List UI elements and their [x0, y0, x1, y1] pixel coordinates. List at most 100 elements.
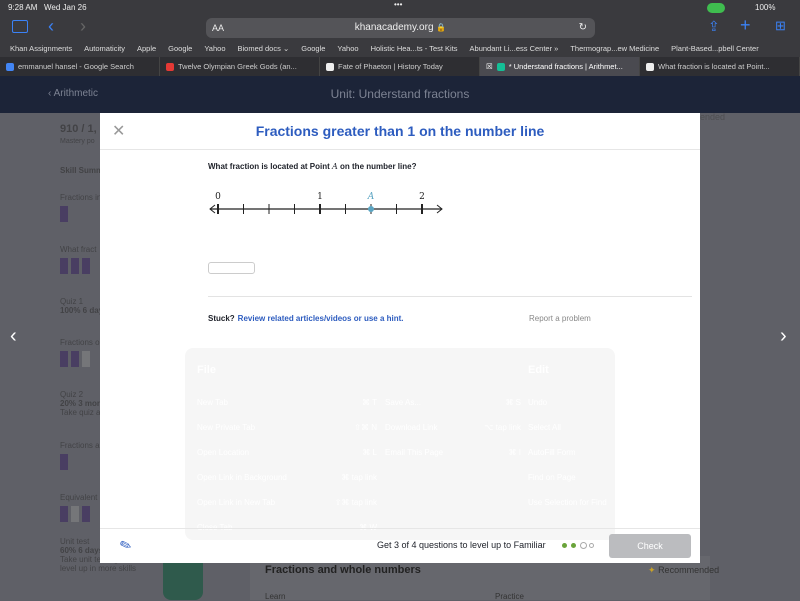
bookmark[interactable]: Yahoo	[204, 44, 225, 53]
tab-bar: emmanuel hansel - Google Search Twelve O…	[0, 57, 800, 76]
overlay-item: New Private Tab	[197, 423, 256, 432]
skill-title: Fractions o	[60, 338, 100, 347]
overlay-shortcut: ⇧⌘ N	[354, 423, 377, 432]
browser-tab[interactable]: Twelve Olympian Greek Gods (an...	[160, 57, 320, 76]
hint-link[interactable]: Review related articles/videos or use a …	[238, 314, 404, 323]
bookmark[interactable]: Apple	[137, 44, 156, 53]
overlay-item: Open Link in Background	[197, 473, 287, 482]
level-up-text: Get 3 of 4 questions to level up to Fami…	[377, 540, 546, 550]
text-size-button[interactable]: AA	[212, 18, 224, 38]
bookmark[interactable]: Thermograp...ew Medicine	[570, 44, 659, 53]
overlay-item: Open Link in New Tab	[197, 498, 276, 507]
skill-summary: Skill Summ	[60, 166, 104, 175]
unit-test-detail: 60% 6 days	[60, 546, 104, 555]
point-a-marker	[368, 206, 374, 212]
share-icon[interactable]: ⇪	[708, 18, 720, 35]
skill-item: Fractions in	[60, 193, 101, 222]
close-tab-icon[interactable]: ☒	[486, 62, 493, 71]
tab-label: emmanuel hansel - Google Search	[18, 62, 134, 71]
unit-title: Unit: Understand fractions	[330, 87, 470, 101]
sidebar-toggle-icon[interactable]	[12, 20, 28, 33]
question-post: on the number line?	[337, 162, 417, 171]
bookmark[interactable]: Holistic Hea...ts - Test Kits	[371, 44, 458, 53]
recommended-badge: ✦ Recommended	[648, 565, 719, 576]
quiz-note: Take quiz a	[60, 408, 101, 417]
next-arrow-icon[interactable]: ›	[780, 325, 787, 348]
overlay-item: Find on Page	[528, 473, 576, 482]
quiz-title: Quiz 1	[60, 297, 84, 306]
skill-item: Fractions o	[60, 338, 100, 367]
bookmark[interactable]: Google	[168, 44, 192, 53]
overlay-file-heading: File	[197, 364, 216, 376]
quiz-title: Quiz 2	[60, 390, 84, 399]
course-nav: ‹ Arithmetic Unit: Understand fractions	[0, 76, 800, 113]
quiz-detail: 20% 3 mor	[60, 399, 101, 408]
answer-input[interactable]	[208, 262, 255, 274]
question-text: What fraction is located at Point A on t…	[208, 162, 416, 171]
overlay-item: Use Selection for Find	[528, 498, 607, 507]
tab-overview-icon[interactable]: ⊞	[775, 18, 786, 34]
browser-tab[interactable]: emmanuel hansel - Google Search	[0, 57, 160, 76]
bookmark[interactable]: Plant-Based...pbell Center	[671, 44, 759, 53]
point-a-label: A	[367, 192, 375, 202]
skill-title: Fractions a	[60, 441, 100, 450]
back-icon[interactable]: ‹	[48, 16, 54, 37]
skill-item: Equivalent	[60, 493, 97, 522]
tick-label: 0	[215, 192, 221, 202]
forward-icon[interactable]: ›	[80, 16, 86, 37]
battery-level: 100%	[755, 3, 776, 12]
recommended-text: Recommended	[658, 565, 720, 575]
overlay-item: Download Link	[385, 423, 438, 432]
divider	[208, 296, 692, 297]
tab-label: * Understand fractions | Arithmet...	[508, 62, 623, 71]
overlay-item: AutoFill Form	[528, 448, 576, 457]
sparkle-icon: ✦	[648, 565, 656, 575]
khan-academy-icon	[496, 62, 505, 71]
bookmark[interactable]: Khan Assignments	[10, 44, 72, 53]
overlay-shortcut: ⇧⌘ tap link	[334, 498, 377, 507]
address-bar[interactable]: AA khanacademy.org 🔒 ↻	[206, 18, 595, 38]
multitask-dots-icon[interactable]: •••	[394, 0, 402, 9]
report-problem-link[interactable]: Report a problem	[529, 314, 591, 323]
date: Wed Jan 26	[44, 3, 87, 12]
skill-item: What fract	[60, 245, 96, 274]
history-today-icon	[326, 62, 334, 71]
progress-dot-pending	[589, 543, 594, 548]
overlay-shortcut: ⌘ T	[362, 398, 377, 407]
progress-dot-pending	[580, 542, 587, 549]
modal-title: Fractions greater than 1 on the number l…	[255, 123, 545, 139]
time: 9:28 AM	[8, 3, 38, 12]
skill-title: Equivalent	[60, 493, 98, 502]
overlay-item: New Tab	[197, 398, 228, 407]
exercise-modal: ✕ Fractions greater than 1 on the number…	[100, 113, 700, 563]
number-line: 0 1 2 A	[209, 192, 443, 214]
overlay-shortcut: ⌘ I	[508, 448, 521, 457]
tick-label: 2	[419, 192, 425, 202]
prev-arrow-icon[interactable]: ‹	[10, 325, 17, 348]
stuck-label: Stuck?	[208, 314, 235, 323]
bookmark[interactable]: Yahoo	[337, 44, 358, 53]
recommended-label: ended	[700, 112, 726, 122]
bookmark[interactable]: Google	[301, 44, 325, 53]
browser-tab[interactable]: Fate of Phaeton | History Today	[320, 57, 480, 76]
camera-indicator-icon	[707, 3, 725, 13]
new-tab-icon[interactable]: +	[740, 15, 751, 36]
tab-label: Fate of Phaeton | History Today	[338, 62, 443, 71]
bookmark[interactable]: Abundant Li...ess Center »	[470, 44, 559, 53]
quiz-detail: 100% 6 day	[60, 306, 104, 315]
progress-dot-complete	[562, 543, 567, 548]
reload-icon[interactable]: ↻	[579, 18, 587, 38]
bookmark[interactable]: Biomed docs ⌄	[238, 44, 290, 53]
bookmark[interactable]: Automaticity	[84, 44, 125, 53]
browser-tab[interactable]: What fraction is located at Point...	[640, 57, 800, 76]
lock-icon: 🔒	[436, 23, 447, 32]
mastery-points: 910 / 1,	[60, 123, 97, 135]
skill-title: Fractions in	[60, 193, 102, 202]
overlay-shortcut: ⌘ S	[505, 398, 521, 407]
keyboard-shortcut-overlay: File Edit New Tab ⌘ T New Private Tab ⇧⌘ N O…	[185, 348, 615, 540]
modal-header: ✕ Fractions greater than 1 on the number…	[100, 113, 700, 150]
mastery-sub: Mastery po	[60, 138, 95, 145]
scratchpad-icon[interactable]: ✎	[117, 536, 134, 556]
browser-tab-active[interactable]: ☒ * Understand fractions | Arithmet...	[480, 57, 640, 76]
check-button[interactable]: Check	[609, 534, 691, 558]
